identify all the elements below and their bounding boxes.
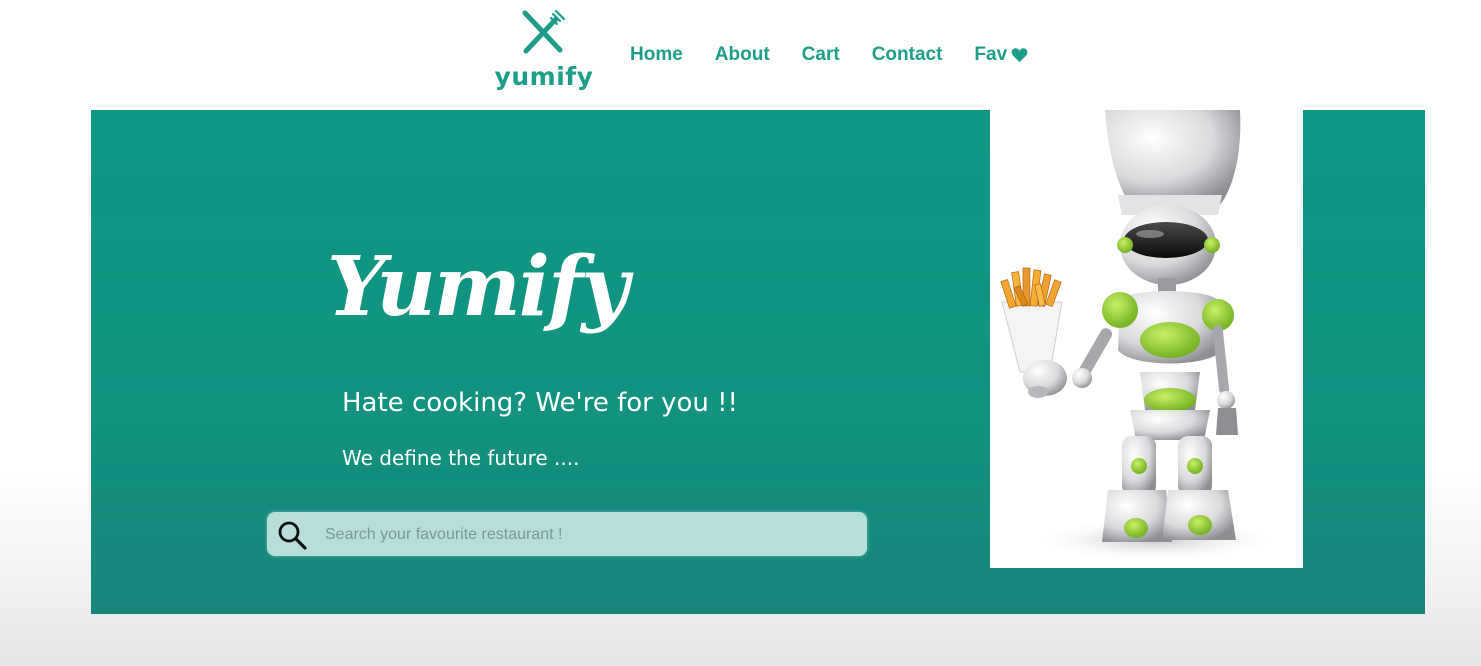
hero-tagline: Hate cooking? We're for you !! (342, 388, 738, 418)
site-header: yumify Home About Cart Contact Fav (0, 0, 1481, 108)
logo-text: yumify (494, 62, 594, 91)
nav-link-home[interactable]: Home (630, 44, 683, 66)
chef-robot-image (990, 110, 1303, 568)
main-nav: Home About Cart Contact Fav (630, 42, 1028, 68)
search-bar (267, 512, 867, 556)
nav-link-fav-label: Fav (974, 44, 1008, 65)
heart-icon (1011, 48, 1028, 63)
nav-link-about[interactable]: About (715, 44, 770, 66)
hero-title: Yumify (327, 239, 629, 335)
search-icon[interactable] (277, 520, 307, 550)
nav-link-contact[interactable]: Contact (872, 44, 943, 66)
search-input[interactable] (323, 518, 847, 552)
nav-link-cart[interactable]: Cart (802, 44, 840, 66)
logo[interactable]: yumify (488, 10, 600, 100)
nav-link-fav[interactable]: Fav (974, 44, 1028, 66)
fork-knife-icon (522, 10, 566, 54)
hero-subtitle: We define the future .... (342, 446, 580, 470)
hero-banner: Yumify Hate cooking? We're for you !! We… (91, 110, 1425, 614)
